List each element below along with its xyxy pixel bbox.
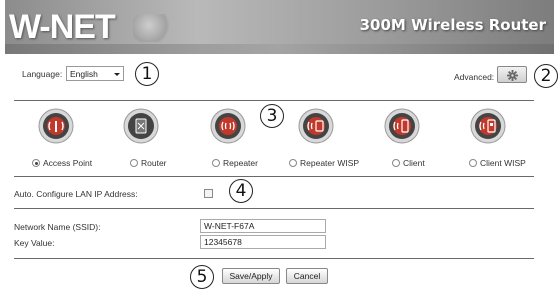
ssid-label: Network Name (SSID):: [14, 222, 101, 232]
divider: [14, 208, 534, 209]
radio-client-wisp[interactable]: [469, 159, 477, 167]
gear-icon: [507, 70, 518, 81]
callout-3: 3: [260, 104, 284, 128]
language-select[interactable]: English: [66, 66, 124, 81]
divider: [14, 176, 534, 177]
header-decoration: [133, 14, 173, 42]
header-banner: W-NET 300M Wireless Router: [5, 0, 554, 54]
repeater-icon[interactable]: [210, 108, 246, 144]
advanced-settings-button[interactable]: [497, 66, 527, 83]
repeater-wisp-icon[interactable]: [298, 108, 334, 144]
save-apply-button[interactable]: Save/Apply: [222, 268, 280, 284]
mode-option-client-wisp[interactable]: Client WISP: [469, 158, 526, 168]
callout-5: 5: [190, 265, 214, 289]
mode-label: Repeater WISP: [300, 158, 360, 168]
lan-auto-checkbox[interactable]: [204, 189, 213, 198]
mode-label: Client WISP: [480, 158, 526, 168]
radio-router[interactable]: [130, 159, 138, 167]
mode-option-repeater[interactable]: Repeater: [212, 158, 258, 168]
divider: [14, 258, 534, 259]
product-title: 300M Wireless Router: [359, 16, 546, 34]
language-label: Language:: [22, 69, 63, 79]
advanced-label: Advanced:: [454, 72, 495, 82]
divider: [14, 100, 534, 101]
cancel-button[interactable]: Cancel: [286, 268, 328, 284]
callout-2: 2: [534, 64, 558, 88]
callout-1: 1: [135, 62, 159, 86]
key-input[interactable]: 12345678: [200, 235, 326, 249]
radio-client[interactable]: [392, 159, 400, 167]
radio-repeater-wisp[interactable]: [289, 159, 297, 167]
router-icon[interactable]: [123, 108, 159, 144]
language-selected-value: English: [70, 69, 98, 79]
mode-option-router[interactable]: Router: [130, 158, 167, 168]
mode-label: Repeater: [223, 158, 258, 168]
mode-option-repeater-wisp[interactable]: Repeater WISP: [289, 158, 359, 168]
mode-option-client[interactable]: Client: [392, 158, 425, 168]
mode-label: Access Point: [43, 158, 93, 168]
ssid-input[interactable]: W-NET-F67A: [200, 219, 326, 233]
radio-repeater[interactable]: [212, 159, 220, 167]
client-icon[interactable]: [384, 108, 420, 144]
lan-auto-label: Auto. Configure LAN IP Address:: [14, 189, 138, 199]
radio-access-point[interactable]: [32, 159, 40, 167]
mode-option-access-point[interactable]: Access Point: [32, 158, 92, 168]
mode-label: Router: [141, 158, 167, 168]
callout-4: 4: [229, 179, 253, 203]
access-point-icon[interactable]: [38, 108, 74, 144]
mode-label: Client: [403, 158, 425, 168]
chevron-down-icon: [114, 73, 120, 76]
brand-logo: W-NET: [9, 8, 116, 46]
client-wisp-icon[interactable]: [470, 108, 506, 144]
key-label: Key Value:: [14, 238, 55, 248]
